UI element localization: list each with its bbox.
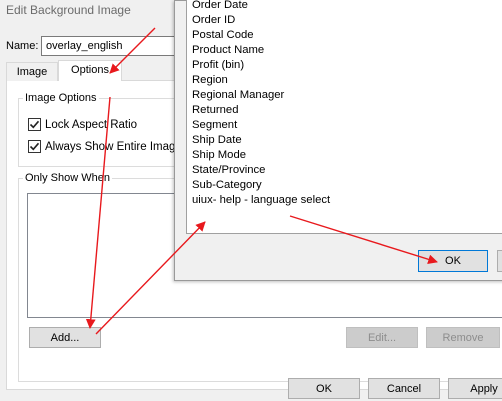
ok-button[interactable]: OK xyxy=(288,378,360,399)
lock-aspect-ratio-label: Lock Aspect Ratio xyxy=(45,118,138,131)
field-item-returned[interactable]: Returned xyxy=(192,104,238,116)
field-item-segment[interactable]: Segment xyxy=(192,119,237,131)
always-show-entire-image-label: Always Show Entire Image xyxy=(45,140,182,153)
tab-options[interactable]: Options xyxy=(58,60,122,81)
popup-ok-button[interactable]: OK xyxy=(418,250,488,272)
field-item-profit-bin[interactable]: Profit (bin) xyxy=(192,59,244,71)
field-item-region[interactable]: Region xyxy=(192,74,228,86)
lock-aspect-ratio-checkbox[interactable]: Lock Aspect Ratio xyxy=(28,118,137,131)
remove-button[interactable]: Remove xyxy=(426,327,500,348)
dialog-title: Edit Background Image xyxy=(6,3,131,17)
field-item-state-province[interactable]: State/Province xyxy=(192,164,265,176)
field-item-sub-category[interactable]: Sub-Category xyxy=(192,179,262,191)
always-show-entire-image-checkbox[interactable]: Always Show Entire Image xyxy=(28,140,182,153)
name-input[interactable] xyxy=(41,36,191,56)
checkmark-icon xyxy=(28,118,41,131)
only-show-when-legend: Only Show When xyxy=(23,172,112,184)
field-item-order-id[interactable]: Order ID xyxy=(192,14,235,26)
checkmark-icon xyxy=(28,140,41,153)
field-item-uiux-help-language-select[interactable]: uiux- help - language select xyxy=(192,194,330,206)
add-button[interactable]: Add... xyxy=(29,327,101,348)
cancel-button[interactable]: Cancel xyxy=(368,378,440,399)
edit-button[interactable]: Edit... xyxy=(346,327,418,348)
tab-image[interactable]: Image xyxy=(6,62,58,81)
image-options-legend: Image Options xyxy=(23,92,99,104)
field-item-regional-manager[interactable]: Regional Manager xyxy=(192,89,284,101)
apply-button[interactable]: Apply xyxy=(448,378,502,399)
name-label: Name: xyxy=(6,40,39,52)
field-item-ship-date[interactable]: Ship Date xyxy=(192,134,242,146)
field-item-order-date[interactable]: Order Date xyxy=(192,0,248,11)
field-item-product-name[interactable]: Product Name xyxy=(192,44,264,56)
popup-cancel-button[interactable] xyxy=(497,250,502,272)
field-item-postal-code[interactable]: Postal Code xyxy=(192,29,254,41)
field-item-ship-mode[interactable]: Ship Mode xyxy=(192,149,246,161)
